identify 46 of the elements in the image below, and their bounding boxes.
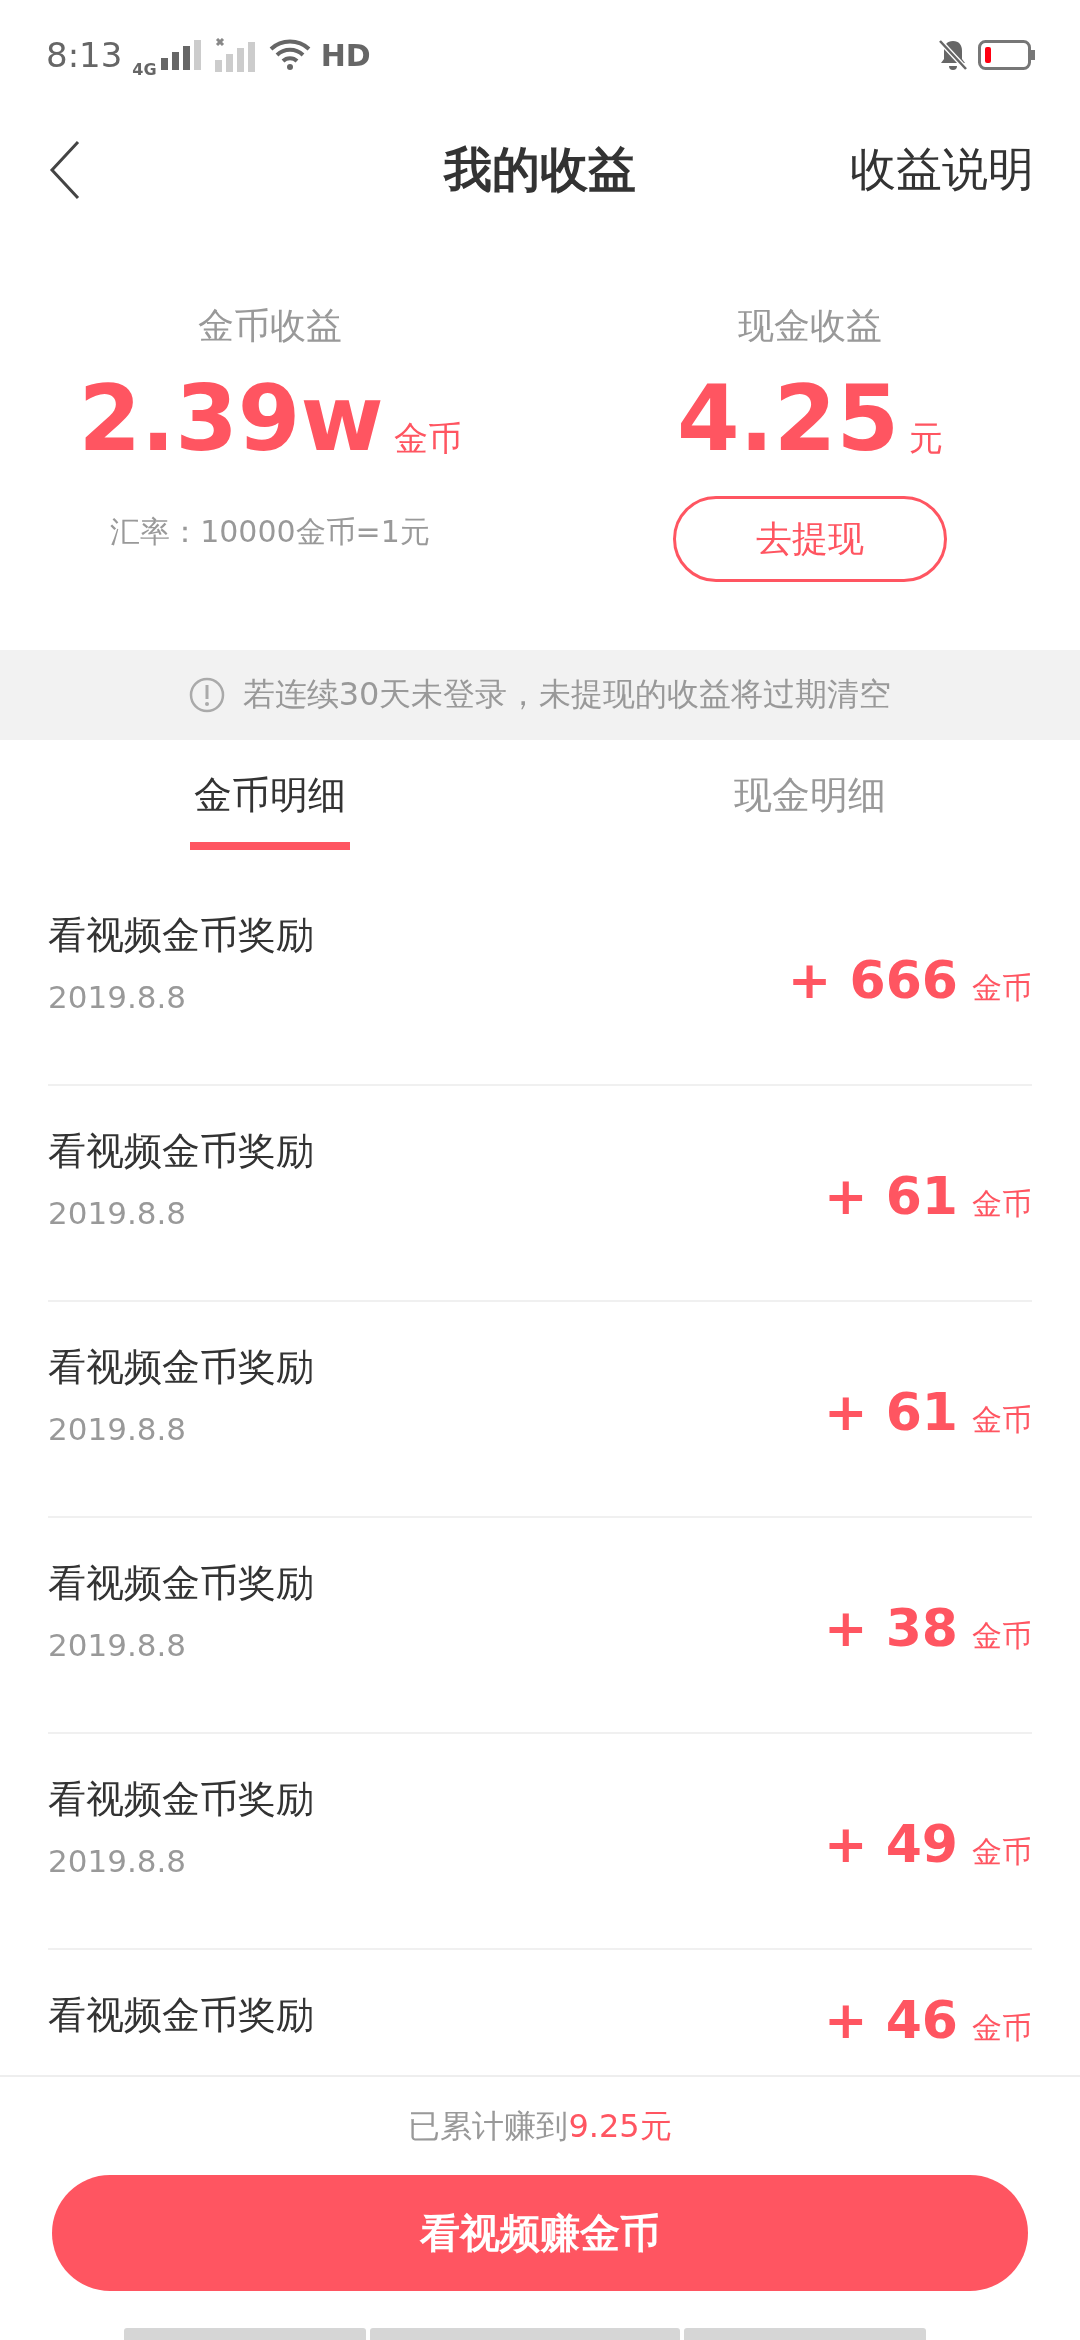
exchange-rate: 汇率：10000金币=1元: [110, 513, 430, 551]
earnings-value: 4.25: [676, 365, 900, 473]
record-date: 2019.8.8: [48, 1410, 188, 1447]
expiry-notice: 若连续30天未登录，未提现的收益将过期清空: [242, 674, 892, 715]
mute-icon: [938, 39, 968, 71]
coin-amount: + 61: [823, 1382, 958, 1442]
record-title: 看视频金币奖励: [48, 1127, 315, 1175]
coin-unit: 金币: [972, 1833, 1032, 1871]
network-type: 4G: [132, 62, 157, 78]
earnings-label: 金币收益: [198, 304, 342, 348]
earnings-unit: 元: [909, 417, 944, 460]
total-value: 9.25元: [568, 2106, 672, 2147]
record-date: 2019.8.8: [48, 1194, 188, 1231]
record-title: 看视频金币奖励: [48, 1559, 315, 1607]
record-title: 看视频金币奖励: [48, 1775, 315, 1823]
hd-label: HD: [320, 37, 371, 73]
record-title: 看视频金币奖励: [48, 1343, 315, 1391]
coin-amount: + 666: [787, 950, 958, 1010]
total-label: 已累计赚到: [408, 2106, 569, 2147]
earnings-unit: 金币: [393, 417, 462, 460]
battery-icon: [978, 40, 1036, 70]
record-date: 2019.8.8: [48, 1626, 188, 1663]
earnings-info-link[interactable]: 收益说明: [850, 139, 1034, 201]
record-date: 2019.8.8: [48, 978, 188, 1015]
coin-unit: 金币: [972, 1617, 1032, 1655]
earnings-value: 2.39w: [78, 365, 384, 473]
coin-unit: 金币: [972, 969, 1032, 1007]
coin-amount: + 49: [823, 1814, 958, 1874]
coin-amount: + 38: [823, 1598, 958, 1658]
withdraw-button[interactable]: 去提现: [673, 496, 947, 582]
coin-unit: 金币: [972, 2009, 1032, 2047]
warning-icon: [188, 677, 225, 713]
coin-amount: + 46: [823, 1990, 958, 2050]
coin-amount: + 61: [823, 1166, 958, 1226]
wifi-icon: [268, 39, 311, 71]
clock-time: 8:13: [46, 35, 123, 75]
watch-video-button[interactable]: 看视频赚金币: [52, 2175, 1028, 2291]
record-title: 看视频金币奖励: [48, 911, 315, 959]
record-title: 看视频金币奖励: [48, 1992, 315, 2039]
page-title: 我的收益: [444, 140, 636, 199]
earnings-label: 现金收益: [738, 304, 882, 348]
coin-unit: 金币: [972, 1185, 1032, 1223]
record-date: 2019.8.8: [48, 1842, 188, 1879]
coin-unit: 金币: [972, 1401, 1032, 1439]
detail-tab[interactable]: 现金明细: [730, 740, 890, 850]
detail-tab[interactable]: 金币明细: [190, 740, 350, 850]
